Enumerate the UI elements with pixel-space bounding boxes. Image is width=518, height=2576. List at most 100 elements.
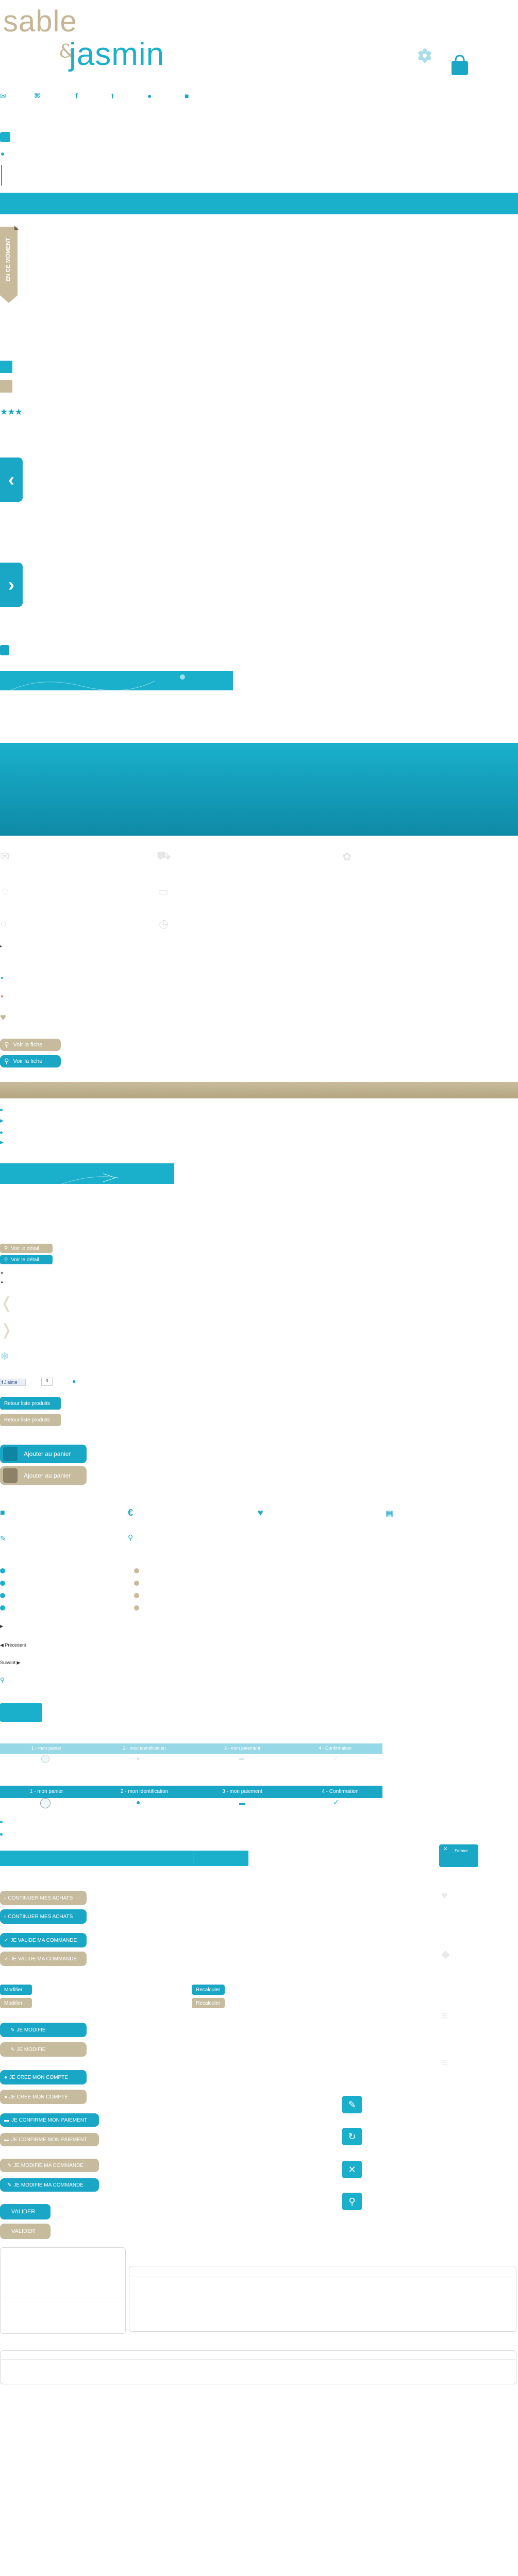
refresh-icon: ↻ bbox=[348, 2131, 356, 2142]
voir-detail-button-teal[interactable]: ⚲ Voir le détail bbox=[0, 1255, 53, 1264]
modifier-button-teal[interactable]: Modifier bbox=[0, 1985, 32, 1995]
euro-icon: € bbox=[128, 1507, 133, 1518]
cree-compte-button-sand[interactable]: ● JE CREE MON COMPTE bbox=[0, 2090, 87, 2104]
confirme-paiement-button-sand[interactable]: ▬ JE CONFIRME MON PAIEMENT bbox=[0, 2133, 99, 2146]
user-small-icon[interactable]: ● bbox=[72, 1378, 76, 1385]
pencil-icon: ✎ bbox=[0, 1534, 6, 1543]
valide-commande-button-sand[interactable]: ✓ JE VALIDE MA COMMANDE bbox=[0, 1952, 87, 1966]
flower-ghost-icon: ✿ bbox=[342, 850, 352, 863]
person-light-icon: ● bbox=[136, 1755, 140, 1762]
mail-icon[interactable]: ✉ bbox=[0, 92, 6, 100]
ajouter-panier-button-sand[interactable]: Ajouter au panier bbox=[0, 1466, 87, 1485]
voir-detail-label: Voir le détail bbox=[11, 1245, 39, 1251]
pagination-next[interactable]: Suivant ▶ bbox=[0, 1660, 20, 1666]
recalculer-button-teal[interactable]: Recalculer bbox=[192, 1985, 225, 1995]
modifie-commande-button-sand[interactable]: ✎ JE MODIFIE MA COMMANDE bbox=[0, 2159, 99, 2172]
facebook-count-value: 0 bbox=[45, 1378, 48, 1383]
slider-prev-button[interactable]: ‹ bbox=[0, 457, 23, 502]
modifier-label: Modifier bbox=[4, 1987, 23, 1993]
recalculer-label: Recalculer bbox=[196, 1987, 221, 1993]
valider-button-sand[interactable]: VALIDER bbox=[0, 2224, 51, 2239]
voir-fiche-button-sand[interactable]: ⚲ Voir la fiche bbox=[0, 1039, 61, 1051]
radio-teal-3[interactable] bbox=[0, 1593, 5, 1598]
twitter-icon[interactable]: t bbox=[111, 92, 114, 100]
step-1-dark: 1 - mon panier bbox=[29, 1789, 63, 1794]
arrow-icon-b: ▶ bbox=[0, 1140, 4, 1145]
pagination-prev[interactable]: ◀ Précédent bbox=[0, 1642, 26, 1648]
confirme-paiement-label: JE CONFIRME MON PAIEMENT bbox=[11, 2137, 88, 2143]
ajouter-panier-button-teal[interactable]: Ajouter au panier bbox=[0, 1445, 87, 1463]
chevron-left-light-icon[interactable]: ❬ bbox=[0, 1294, 13, 1312]
lock-icon[interactable]: ■ bbox=[185, 92, 189, 100]
cree-compte-label: JE CREE MON COMPTE bbox=[9, 2094, 68, 2100]
continuer-achats-button-sand[interactable]: ‹ CONTINUER MES ACHATS bbox=[0, 1891, 87, 1905]
retour-liste-label: Retour liste produits bbox=[4, 1400, 50, 1406]
card-ghost-icon: ▭ bbox=[158, 885, 169, 898]
valide-commande-button-teal[interactable]: ✓ JE VALIDE MA COMMANDE bbox=[0, 1933, 87, 1947]
facebook-like-button[interactable]: f J'aime bbox=[0, 1379, 26, 1386]
zoom-square-button[interactable]: ⚲ bbox=[342, 2193, 362, 2210]
continuer-achats-label: CONTINUER MES ACHATS bbox=[8, 1913, 73, 1920]
cree-compte-button-teal[interactable]: ● JE CREE MON COMPTE bbox=[0, 2070, 87, 2084]
hero-teal-block bbox=[0, 743, 518, 836]
je-modifie-button-sand[interactable]: ✎ JE MODIFIE bbox=[0, 2042, 87, 2057]
gift-icon[interactable]: ⌘ bbox=[34, 92, 40, 100]
form-box-left-top bbox=[0, 2247, 126, 2334]
envelope-ghost-icon: ✉ bbox=[0, 850, 10, 863]
check-icon: ✓ bbox=[4, 1956, 9, 1962]
valider-label: VALIDER bbox=[11, 2228, 36, 2234]
slider-next-button[interactable]: › bbox=[0, 563, 23, 607]
confirme-paiement-label: JE CONFIRME MON PAIEMENT bbox=[11, 2117, 88, 2123]
chevron-left-icon: ‹ bbox=[4, 1895, 6, 1901]
logo-word-sable: sable bbox=[3, 5, 77, 38]
radio-sand-4[interactable] bbox=[134, 1605, 139, 1611]
radio-sand-2[interactable] bbox=[134, 1581, 139, 1586]
bullet-b bbox=[0, 1131, 3, 1134]
arrow-small-icon: ▸ bbox=[0, 944, 3, 948]
divider-line bbox=[1, 165, 2, 185]
user-icon[interactable]: ● bbox=[147, 92, 152, 100]
retour-liste-button-sand[interactable]: Retour liste produits bbox=[0, 1414, 61, 1426]
voir-fiche-button-teal[interactable]: ⚲ Voir la fiche bbox=[0, 1055, 61, 1067]
je-modifie-button-teal[interactable]: ✎ JE MODIFIE bbox=[0, 2023, 87, 2037]
check-icon: ✓ bbox=[333, 1798, 339, 1806]
bullet-dot-3 bbox=[1, 995, 3, 997]
recalculer-button-sand[interactable]: Recalculer bbox=[192, 1998, 225, 2008]
main-nav-bar[interactable] bbox=[0, 193, 518, 214]
continuer-achats-button-teal[interactable]: ‹ CONTINUER MES ACHATS bbox=[0, 1909, 87, 1924]
logo-word-jasmin: jasmin bbox=[69, 37, 165, 72]
valider-button-teal[interactable]: VALIDER bbox=[0, 2204, 51, 2219]
pencil-icon: ✎ bbox=[348, 2099, 356, 2110]
teal-square-button[interactable] bbox=[0, 1703, 42, 1722]
arrow-left-icon: ◀ bbox=[0, 1642, 5, 1648]
radio-teal-4[interactable] bbox=[0, 1605, 5, 1611]
person-icon: ● bbox=[4, 2074, 8, 2080]
arrow-icon-a: ▶ bbox=[0, 1118, 4, 1123]
search-small-icon[interactable]: ⚲ bbox=[0, 1676, 5, 1684]
person-icon: ● bbox=[136, 1798, 141, 1806]
confirme-paiement-button-teal[interactable]: ▬ JE CONFIRME MON PAIEMENT bbox=[0, 2113, 99, 2127]
refresh-square-button[interactable]: ↻ bbox=[342, 2128, 362, 2145]
retour-liste-button-teal[interactable]: Retour liste produits bbox=[0, 1397, 61, 1410]
shopping-bag-icon[interactable] bbox=[449, 54, 470, 76]
chevron-right-light-icon[interactable]: ❭ bbox=[0, 1321, 13, 1339]
edit-square-button[interactable]: ✎ bbox=[342, 2096, 362, 2113]
radio-teal-2[interactable] bbox=[0, 1581, 5, 1586]
flower-icon bbox=[413, 44, 436, 67]
step-1-bubble-dark bbox=[40, 1798, 51, 1808]
heart-icon[interactable]: ♥ bbox=[0, 1012, 6, 1024]
delete-square-button[interactable]: ✕ bbox=[342, 2161, 362, 2178]
radio-sand-1[interactable] bbox=[134, 1568, 139, 1573]
logo[interactable]: sable & jasmin bbox=[3, 4, 214, 76]
popup-close-header[interactable]: Fermer ✕ bbox=[439, 1844, 478, 1867]
radio-sand-3[interactable] bbox=[134, 1593, 139, 1598]
search-icon: ⚲ bbox=[4, 1057, 9, 1065]
facebook-icon[interactable]: f bbox=[75, 92, 78, 100]
bullet-c bbox=[0, 1821, 3, 1823]
modifie-commande-button-teal[interactable]: ✎ JE MODIFIE MA COMMANDE bbox=[0, 2178, 99, 2192]
radio-teal-1[interactable] bbox=[0, 1568, 5, 1573]
voir-detail-button-sand[interactable]: ⚲ Voir le détail bbox=[0, 1244, 53, 1253]
step-2-light: 2 - mon identification bbox=[123, 1745, 166, 1751]
modifier-label: Modifier bbox=[4, 2000, 23, 2006]
modifier-button-sand[interactable]: Modifier bbox=[0, 1998, 32, 2008]
